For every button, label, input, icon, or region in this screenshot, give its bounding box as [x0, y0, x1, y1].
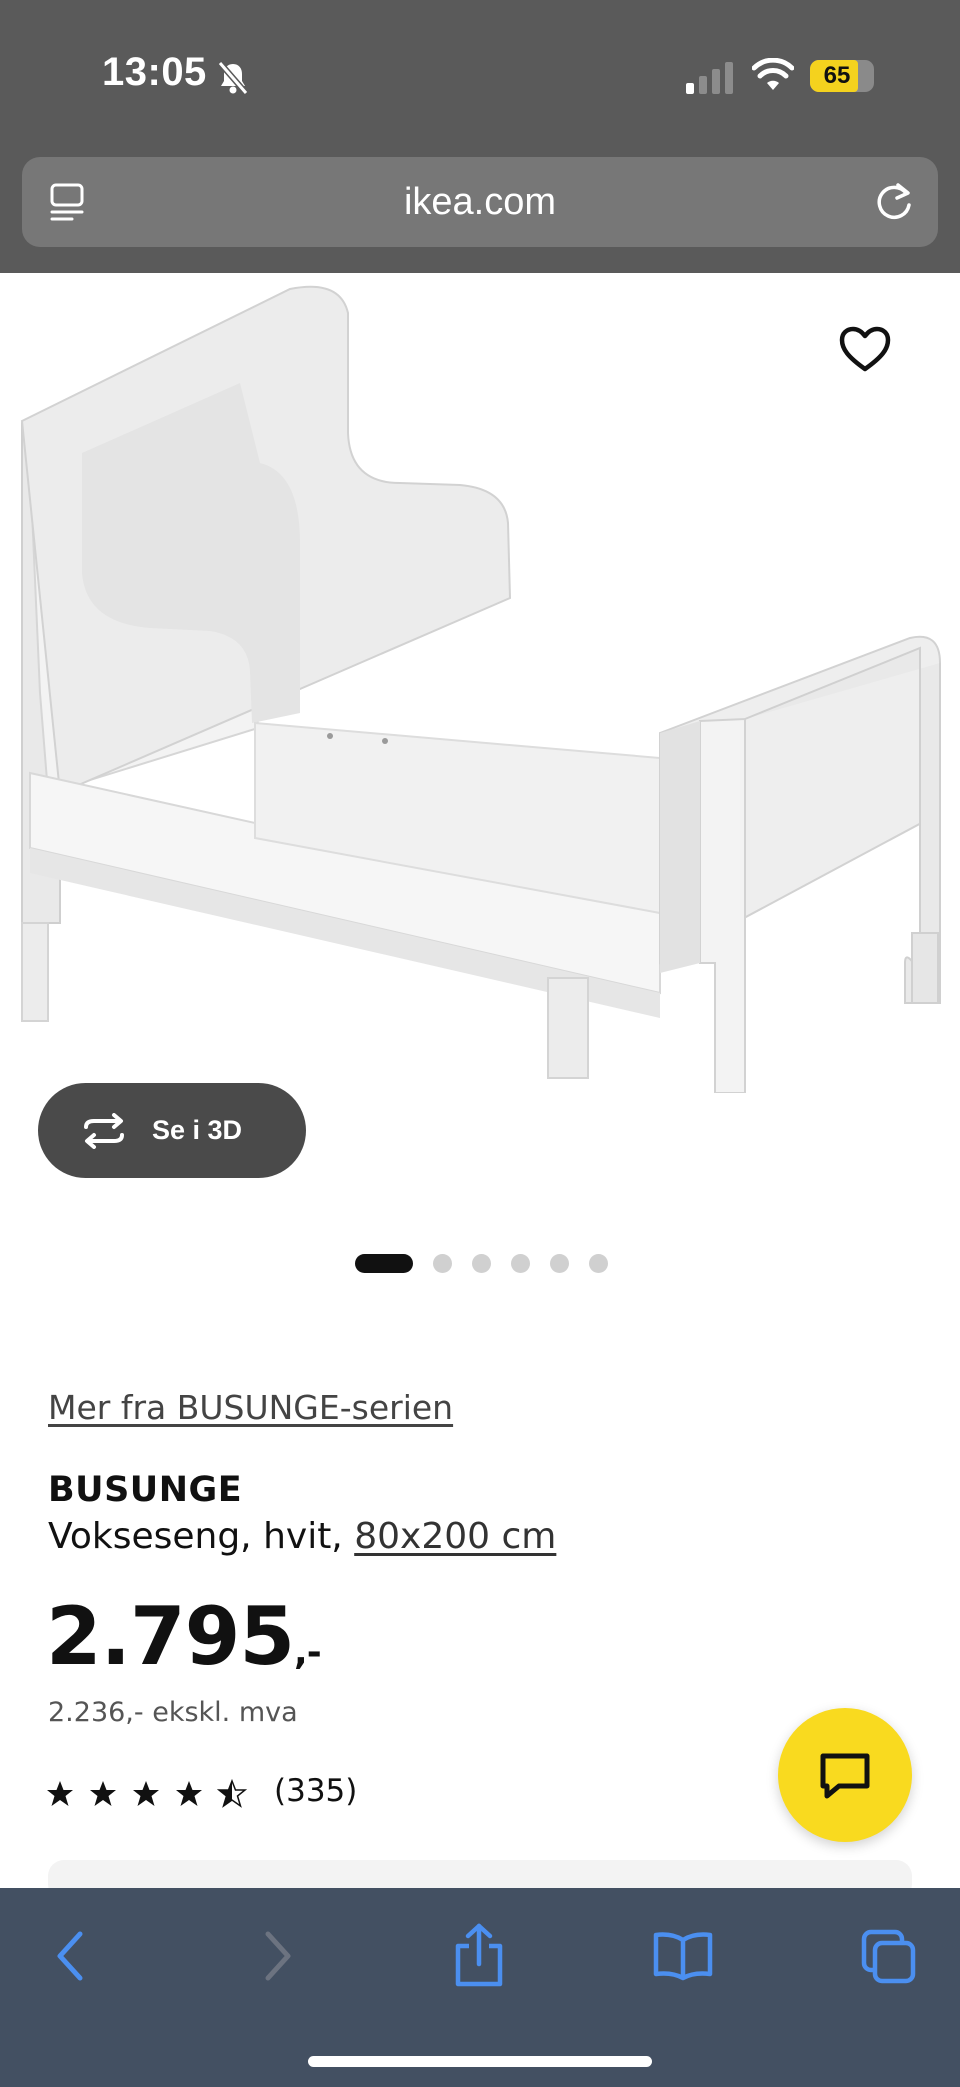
- battery-tip: [868, 70, 873, 83]
- view-3d-button[interactable]: Se i 3D: [38, 1083, 306, 1178]
- product-image[interactable]: [0, 273, 960, 1093]
- price-suffix: ,-: [294, 1632, 322, 1673]
- reload-icon[interactable]: [872, 179, 916, 225]
- product-price: 2.795,-: [46, 1590, 322, 1683]
- share-icon[interactable]: [452, 1922, 506, 1988]
- gallery-dot[interactable]: [433, 1254, 452, 1273]
- bookmarks-icon[interactable]: [652, 1930, 714, 1982]
- price-value: 2.795: [46, 1590, 295, 1683]
- wifi-icon: [752, 58, 794, 90]
- product-type: Vokseseng, hvit,: [48, 1516, 343, 1557]
- gallery-dot-active[interactable]: [355, 1254, 413, 1273]
- view-3d-label: Se i 3D: [152, 1115, 243, 1145]
- back-icon[interactable]: [50, 1926, 90, 1986]
- gallery-dot[interactable]: [511, 1254, 530, 1273]
- heart-icon[interactable]: [838, 325, 892, 373]
- rating-stars: [47, 1778, 248, 1808]
- size-link[interactable]: 80x200 cm: [354, 1516, 556, 1557]
- review-count[interactable]: (335): [274, 1773, 357, 1809]
- address-bar[interactable]: ikea.com: [22, 157, 938, 247]
- chat-icon: [820, 1753, 870, 1799]
- home-indicator: [308, 2056, 652, 2067]
- gallery-pagination: [0, 1252, 960, 1276]
- signal-icon: [686, 62, 733, 94]
- product-description: Vokseseng, hvit, 80x200 cm: [48, 1516, 556, 1557]
- browser-toolbar: [0, 1888, 960, 2087]
- gallery-dot[interactable]: [550, 1254, 569, 1273]
- forward-icon[interactable]: [258, 1926, 298, 1986]
- bell-slash-icon: [217, 61, 249, 95]
- product-gallery[interactable]: Se i 3D: [0, 273, 960, 1213]
- star-icon: [90, 1781, 116, 1806]
- gallery-dot[interactable]: [589, 1254, 608, 1273]
- rotate-3d-icon: [84, 1113, 124, 1149]
- star-icon: [47, 1781, 73, 1806]
- browser-bar: ikea.com: [0, 155, 960, 273]
- url-text: ikea.com: [403, 181, 557, 223]
- status-time: 13:05: [102, 50, 207, 94]
- star-icon: [216, 1778, 248, 1808]
- tabs-icon[interactable]: [860, 1928, 918, 1986]
- star-icon: [176, 1781, 202, 1806]
- battery-level: 65: [823, 62, 851, 89]
- product-name: BUSUNGE: [48, 1470, 243, 1510]
- series-link[interactable]: Mer fra BUSUNGE-serien: [48, 1388, 453, 1427]
- chat-button[interactable]: [778, 1708, 912, 1842]
- gallery-dot[interactable]: [472, 1254, 491, 1273]
- battery-icon: 65: [810, 60, 874, 92]
- star-icon: [133, 1781, 159, 1806]
- price-ex-vat: 2.236,- ekskl. mva: [48, 1697, 298, 1728]
- status-bar: 13:05 65: [0, 0, 960, 155]
